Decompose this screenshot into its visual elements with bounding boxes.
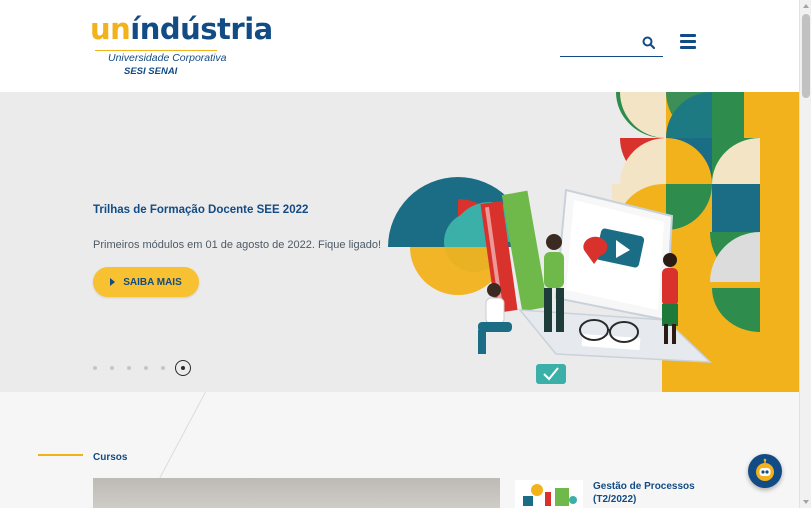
unindustria-logo[interactable]: uníndústria Universidade Corporativa SES… (90, 12, 273, 80)
search-box (560, 33, 663, 57)
banner-title: Trilhas de Formação Docente SEE 2022 (93, 204, 309, 216)
site-header: uníndústria Universidade Corporativa SES… (0, 0, 799, 92)
carousel-dot[interactable] (161, 366, 165, 370)
banner-subtitle: Primeiros módulos em 01 de agosto de 202… (93, 239, 382, 251)
carousel-dot[interactable] (93, 366, 97, 370)
scroll-thumb[interactable] (802, 14, 810, 98)
saiba-mais-label: SAIBA MAIS (123, 276, 182, 288)
cursos-section: Cursos Gestão de Processos (T2/2022) (0, 392, 799, 508)
featured-course-image[interactable] (93, 478, 500, 508)
search-icon[interactable] (641, 35, 657, 51)
carousel-dot[interactable] (144, 366, 148, 370)
carousel-pagination (93, 358, 191, 378)
chatbot-icon (756, 458, 774, 481)
logo-org: SESI SENAI (124, 66, 178, 77)
hero-banner: Trilhas de Formação Docente SEE 2022 Pri… (0, 92, 799, 392)
page-scrollbar[interactable] (799, 0, 811, 508)
logo-divider (95, 50, 217, 51)
cursos-heading: Cursos (93, 452, 128, 463)
course-thumbnail[interactable] (515, 480, 583, 508)
hamburger-menu-icon[interactable] (680, 34, 696, 49)
banner-illustration (388, 92, 799, 392)
search-input[interactable] (560, 33, 636, 55)
saiba-mais-button[interactable]: SAIBA MAIS (93, 267, 199, 297)
logo-subtitle: Universidade Corporativa (108, 52, 227, 64)
scroll-up-arrow-icon[interactable] (803, 4, 809, 8)
play-icon (110, 278, 116, 286)
carousel-dot[interactable] (127, 366, 131, 370)
course-title[interactable]: Gestão de Processos (T2/2022) (593, 480, 703, 506)
chatbot-button[interactable] (748, 454, 782, 488)
scroll-down-arrow-icon[interactable] (803, 500, 809, 504)
logo-wordmark: uníndústria (90, 12, 273, 46)
section-accent-bar (38, 454, 83, 456)
carousel-dot-active[interactable] (175, 360, 191, 376)
carousel-dot[interactable] (110, 366, 114, 370)
